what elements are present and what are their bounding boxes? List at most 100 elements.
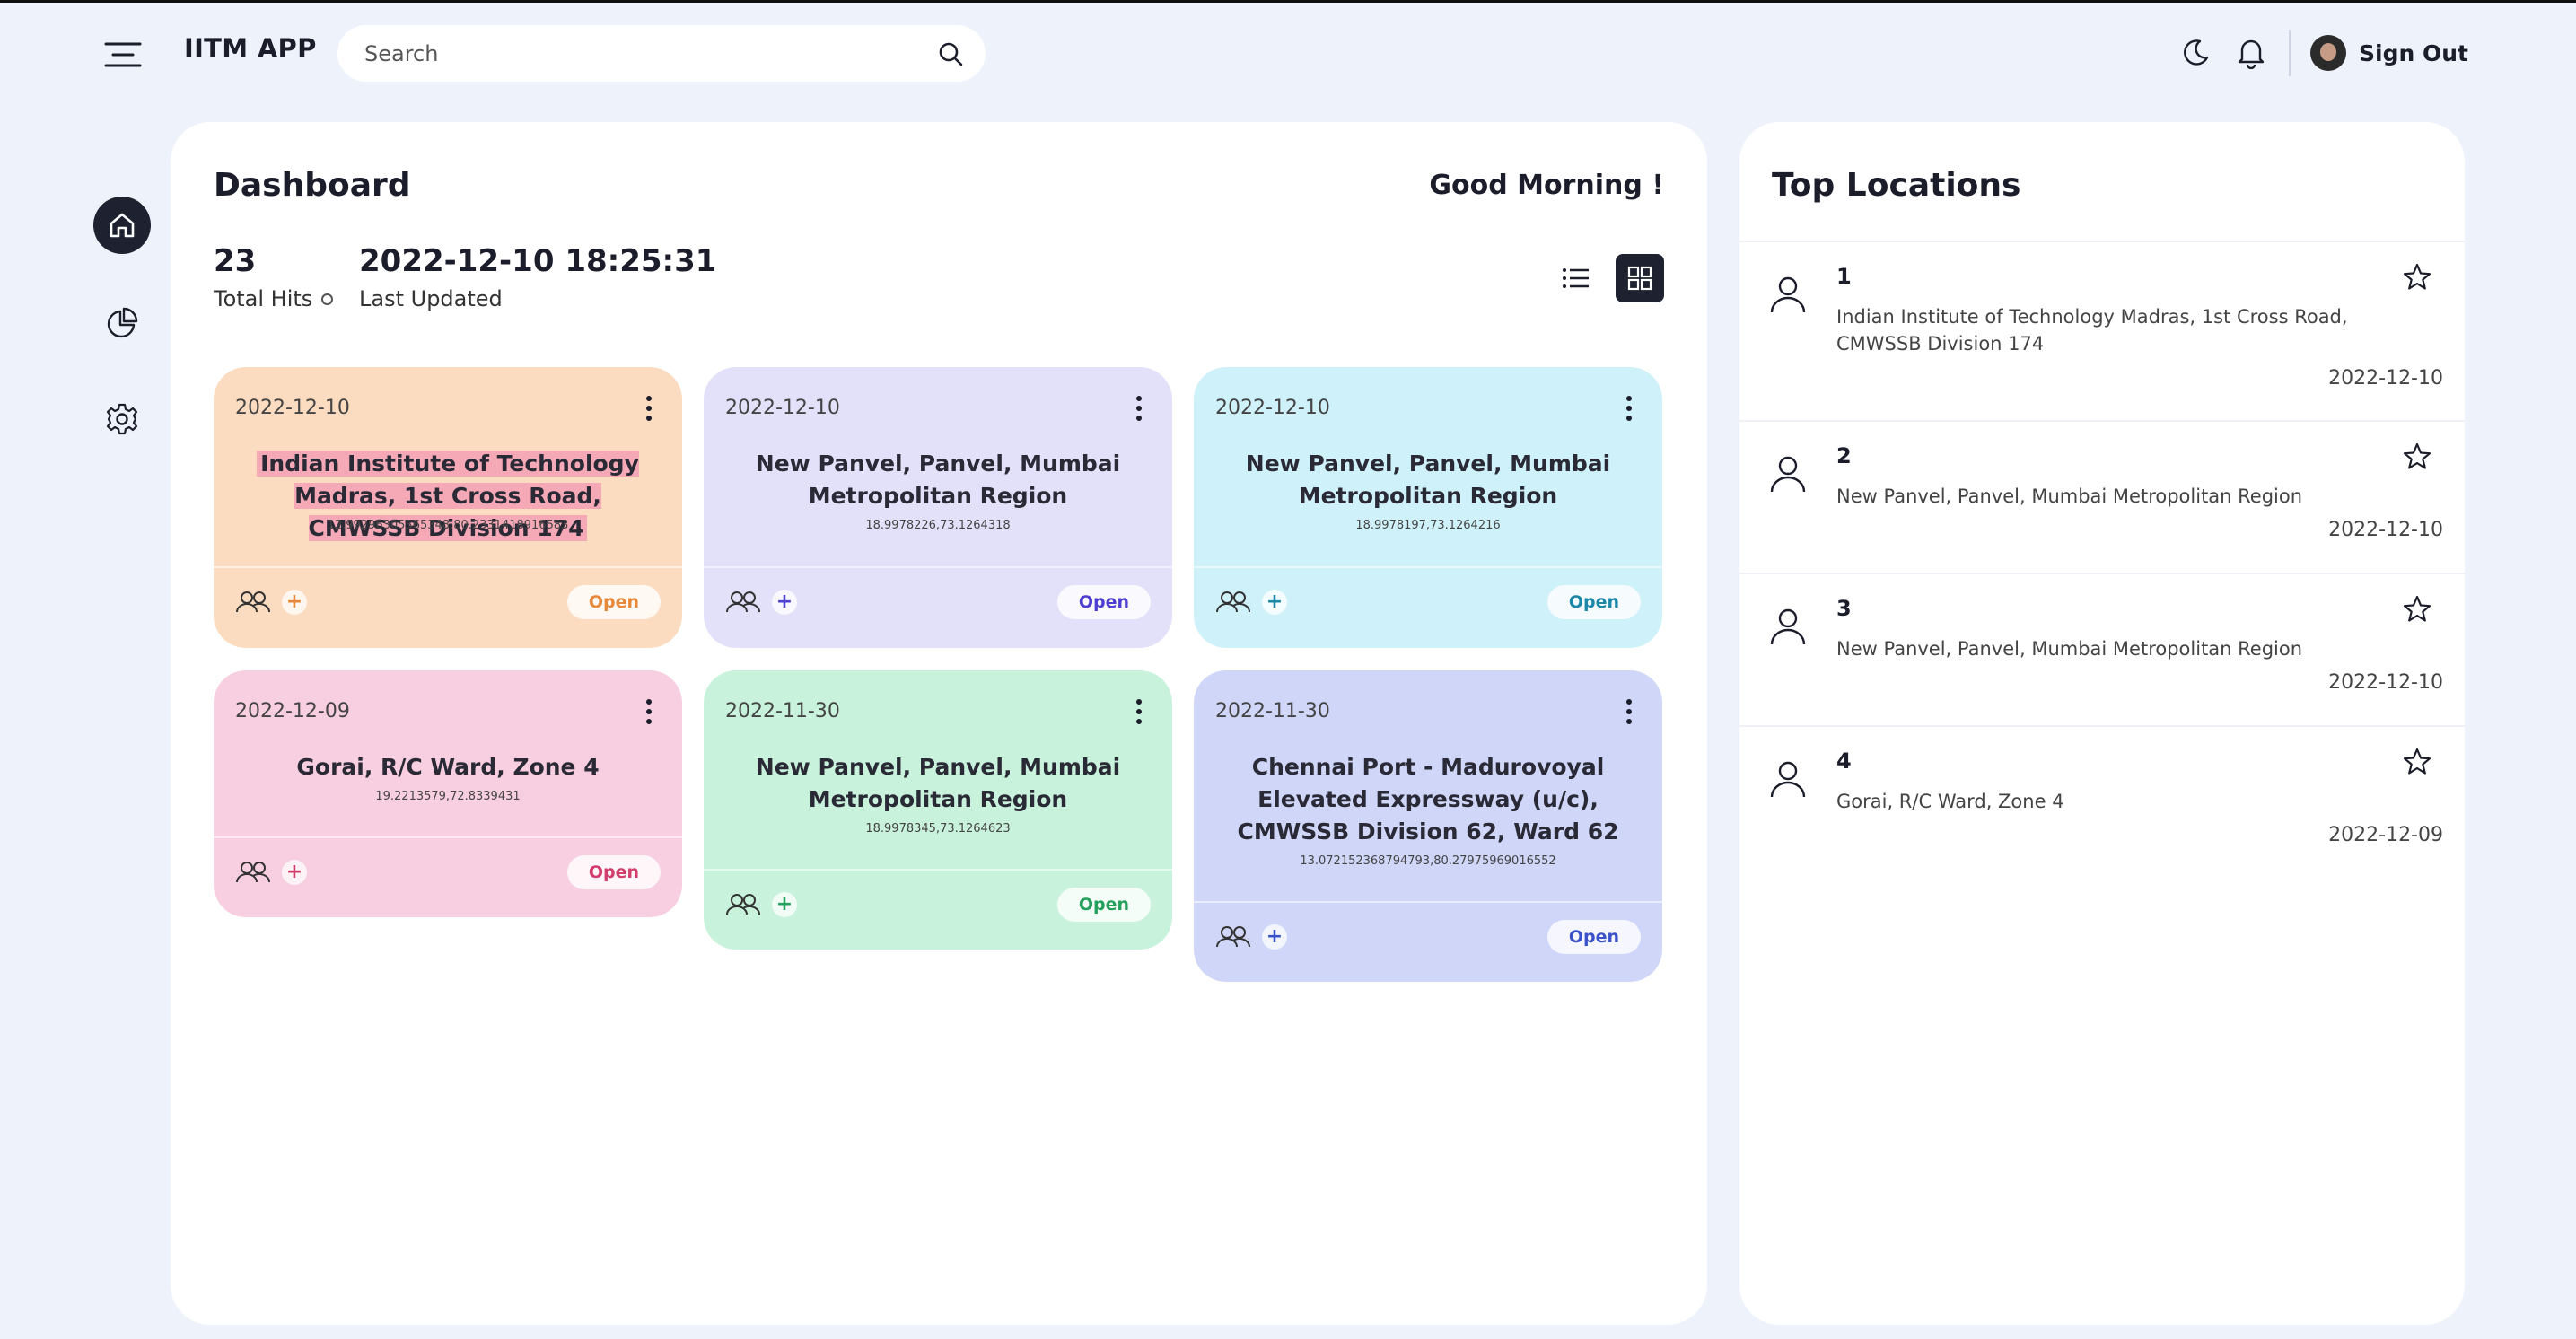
card-coordinates: 19.2213579,72.8339431	[375, 790, 521, 803]
location-card: 2022-12-10 New Panvel, Panvel, Mumbai Me…	[704, 367, 1172, 648]
card-footer: + Open	[725, 887, 1151, 923]
grid-view-button[interactable]	[1616, 254, 1664, 302]
status-dot-icon	[321, 293, 334, 305]
card-divider	[704, 566, 1172, 568]
location-date: 2022-12-09	[2328, 824, 2443, 846]
notifications-button[interactable]	[2233, 35, 2269, 71]
people-icon[interactable]	[1215, 923, 1251, 950]
person-icon	[1770, 761, 1806, 798]
location-card: 2022-12-10 Indian Institute of Technolog…	[214, 367, 682, 648]
person-icon	[1770, 456, 1806, 493]
list-view-button[interactable]	[1553, 255, 1599, 302]
card-menu-button[interactable]	[635, 392, 662, 424]
open-button[interactable]: Open	[1546, 585, 1641, 619]
location-list-item[interactable]: 3 New Panvel, Panvel, Mumbai Metropolita…	[1739, 574, 2465, 727]
add-button[interactable]: +	[282, 590, 307, 615]
open-button[interactable]: Open	[1056, 585, 1151, 619]
card-title: New Panvel, Panvel, Mumbai Metropolitan …	[755, 451, 1121, 509]
location-list-item[interactable]: 2 New Panvel, Panvel, Mumbai Metropolita…	[1739, 422, 2465, 574]
last-updated-label: Last Updated	[359, 286, 503, 311]
card-coordinates: 13.072152368794793,80.27975969016552	[1300, 854, 1556, 868]
people-icon[interactable]	[725, 589, 761, 616]
location-card: 2022-12-10 New Panvel, Panvel, Mumbai Me…	[1194, 367, 1662, 648]
card-title: Chennai Port - Madurovoyal Elevated Expr…	[1237, 754, 1619, 845]
location-card: 2022-11-30 Chennai Port - Madurovoyal El…	[1194, 670, 1662, 982]
list-icon	[1563, 268, 1589, 288]
total-hits-label-row: Total Hits	[214, 286, 334, 311]
card-menu-button[interactable]	[1616, 392, 1643, 424]
card-menu-button[interactable]	[635, 696, 662, 728]
card-coordinates: 18.9978345,73.1264623	[865, 822, 1011, 836]
pie-chart-icon	[107, 307, 138, 338]
top-locations-panel: Top Locations 1 Indian Institute of Tech…	[1739, 122, 2465, 1325]
card-footer: + Open	[235, 854, 661, 890]
people-icon[interactable]	[235, 859, 271, 886]
dark-mode-toggle[interactable]	[2177, 35, 2213, 71]
open-button[interactable]: Open	[566, 855, 661, 889]
card-divider	[1194, 901, 1662, 903]
card-coordinates: 18.9978197,73.1264216	[1355, 519, 1501, 532]
card-date: 2022-12-09	[235, 700, 350, 722]
card-date: 2022-11-30	[725, 700, 840, 722]
open-button[interactable]: Open	[1056, 888, 1151, 922]
person-icon	[1770, 276, 1806, 313]
location-list-item[interactable]: 1 Indian Institute of Technology Madras,…	[1739, 242, 2465, 422]
nav-analytics[interactable]	[93, 294, 151, 352]
card-divider	[1194, 566, 1662, 568]
card-title: New Panvel, Panvel, Mumbai Metropolitan …	[755, 754, 1121, 812]
location-rank: 4	[1836, 748, 1852, 774]
add-button[interactable]: +	[772, 892, 797, 917]
avatar	[2310, 35, 2347, 71]
card-footer: + Open	[725, 584, 1151, 620]
sign-out-button[interactable]: Sign Out	[2310, 35, 2468, 71]
card-coordinates: 18.9978226,73.1264318	[865, 519, 1011, 532]
nav-home[interactable]	[93, 197, 151, 254]
moon-icon	[2184, 39, 2209, 66]
search-input[interactable]	[364, 40, 937, 66]
star-icon[interactable]	[2402, 262, 2432, 293]
last-updated-value: 2022-12-10 18:25:31	[359, 243, 717, 279]
add-button[interactable]: +	[1262, 590, 1287, 615]
card-footer: + Open	[1215, 919, 1641, 955]
location-list-item[interactable]: 4 Gorai, R/C Ward, Zone 4 2022-12-09	[1739, 727, 2465, 880]
nav-settings[interactable]	[93, 390, 151, 448]
total-hits-label: Total Hits	[214, 286, 313, 311]
location-rank: 2	[1836, 443, 1852, 468]
location-card: 2022-12-09 Gorai, R/C Ward, Zone 4 19.22…	[214, 670, 682, 917]
add-button[interactable]: +	[1262, 924, 1287, 950]
add-button[interactable]: +	[772, 590, 797, 615]
star-icon[interactable]	[2402, 747, 2432, 777]
card-menu-button[interactable]	[1126, 392, 1152, 424]
menu-icon	[104, 42, 142, 67]
add-button[interactable]: +	[282, 860, 307, 885]
card-footer: + Open	[1215, 584, 1641, 620]
header-actions: Sign Out	[2177, 28, 2468, 78]
card-menu-button[interactable]	[1616, 696, 1643, 728]
people-icon[interactable]	[725, 891, 761, 918]
menu-toggle-button[interactable]	[102, 37, 144, 73]
search-bar	[337, 25, 986, 82]
location-address: New Panvel, Panvel, Mumbai Metropolitan …	[1836, 486, 2303, 507]
location-address: Indian Institute of Technology Madras, 1…	[1836, 306, 2348, 354]
home-icon	[110, 213, 135, 238]
gear-icon	[106, 403, 138, 435]
card-menu-button[interactable]	[1126, 696, 1152, 728]
card-date: 2022-12-10	[725, 397, 840, 419]
location-card: 2022-11-30 New Panvel, Panvel, Mumbai Me…	[704, 670, 1172, 950]
star-icon[interactable]	[2402, 442, 2432, 472]
card-divider	[214, 836, 682, 838]
open-button[interactable]: Open	[1546, 920, 1641, 954]
star-icon[interactable]	[2402, 594, 2432, 625]
people-icon[interactable]	[1215, 589, 1251, 616]
greeting: Good Morning !	[1429, 170, 1664, 201]
open-button[interactable]: Open	[566, 585, 661, 619]
location-rank: 3	[1836, 596, 1852, 621]
top-locations-title: Top Locations	[1772, 167, 2021, 204]
search-icon[interactable]	[937, 40, 964, 67]
people-icon[interactable]	[235, 589, 271, 616]
person-icon	[1770, 608, 1806, 645]
total-hits-value: 23	[214, 243, 257, 279]
page-title: Dashboard	[214, 167, 411, 204]
card-title: New Panvel, Panvel, Mumbai Metropolitan …	[1245, 451, 1611, 509]
location-rank: 1	[1836, 264, 1852, 289]
